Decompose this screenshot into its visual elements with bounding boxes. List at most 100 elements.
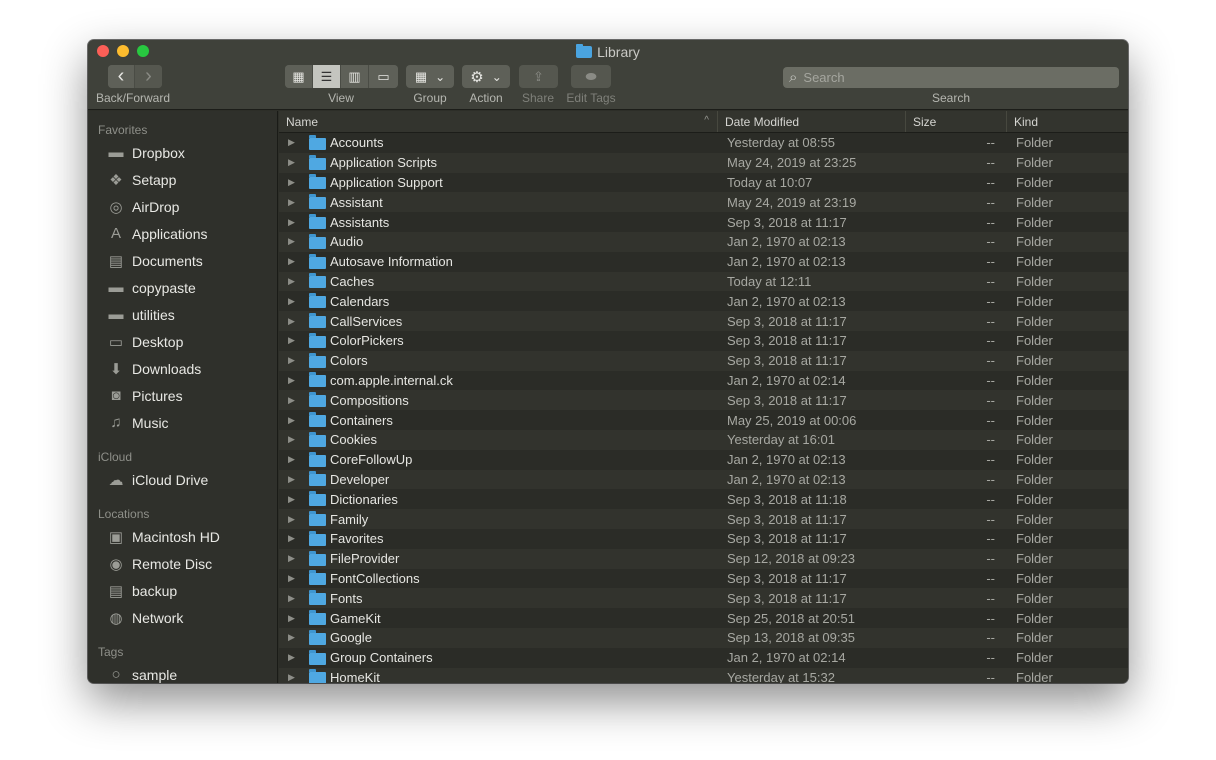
table-row[interactable]: ▶ Colors Sep 3, 2018 at 11:17 -- Folder <box>279 350 1128 371</box>
size-cell: -- <box>986 234 995 250</box>
disclosure-triangle-icon[interactable]: ▶ <box>288 415 309 426</box>
sidebar-item-remote-disc[interactable]: ◉ Remote Disc <box>88 550 277 577</box>
disclosure-triangle-icon[interactable]: ▶ <box>288 593 309 604</box>
disclosure-triangle-icon[interactable]: ▶ <box>288 335 309 346</box>
table-row[interactable]: ▶ Family Sep 3, 2018 at 11:17 -- Folder <box>279 509 1128 529</box>
disclosure-triangle-icon[interactable]: ▶ <box>288 494 309 505</box>
table-row[interactable]: ▶ Accounts Yesterday at 08:55 -- Folder <box>279 133 1128 153</box>
edit-tags-group: ⬬ <box>571 65 611 88</box>
table-row[interactable]: ▶ Google Sep 13, 2018 at 09:35 -- Folder <box>279 627 1128 648</box>
view-label: View <box>328 91 354 105</box>
sidebar-item-music[interactable]: ♫ Music <box>88 409 277 436</box>
table-row[interactable]: ▶ CallServices Sep 3, 2018 at 11:17 -- Folde… <box>279 311 1128 331</box>
table-row[interactable]: ▶ Favorites Sep 3, 2018 at 11:17 -- Folder <box>279 529 1128 549</box>
size-cell: -- <box>986 669 995 683</box>
sidebar-item-setapp[interactable]: ❖ Setapp <box>88 166 277 193</box>
sidebar-item-macintosh-hd[interactable]: ▣ Macintosh HD <box>88 523 277 550</box>
table-row[interactable]: ▶ Developer Jan 2, 1970 at 02:13 -- Folder <box>279 469 1128 490</box>
table-row[interactable]: ▶ ColorPickers Sep 3, 2018 at 11:17 -- Folde… <box>279 331 1128 351</box>
sidebar-item-sample[interactable]: ○ sample <box>88 661 277 683</box>
forward-button[interactable]: › <box>135 65 162 88</box>
column-header-name[interactable]: Name ^ <box>279 111 718 132</box>
sidebar-item-pictures[interactable]: ◙ Pictures <box>88 382 277 409</box>
disclosure-triangle-icon[interactable]: ▶ <box>288 454 309 465</box>
disclosure-triangle-icon[interactable]: ▶ <box>288 553 309 564</box>
table-row[interactable]: ▶ Cookies Yesterday at 16:01 -- Folder <box>279 429 1128 450</box>
table-row[interactable]: ▶ Audio Jan 2, 1970 at 02:13 -- Folder <box>279 231 1128 252</box>
disclosure-triangle-icon[interactable]: ▶ <box>288 672 309 683</box>
search-field[interactable]: ⌕ <box>783 67 1119 88</box>
table-row[interactable]: ▶ CoreFollowUp Jan 2, 1970 at 02:13 -- Folde… <box>279 450 1128 470</box>
disclosure-triangle-icon[interactable]: ▶ <box>288 217 309 228</box>
sidebar-item-backup[interactable]: ▤ backup <box>88 577 277 604</box>
disclosure-triangle-icon[interactable]: ▶ <box>288 395 309 406</box>
share-button[interactable]: ⇪ <box>519 65 558 88</box>
disclosure-triangle-icon[interactable]: ▶ <box>288 197 309 208</box>
table-row[interactable]: ▶ Autosave Information Jan 2, 1970 at 02:1… <box>279 252 1128 272</box>
disclosure-triangle-icon[interactable]: ▶ <box>288 652 309 663</box>
group-button[interactable]: ▦ ⌄ <box>406 65 454 88</box>
disclosure-triangle-icon[interactable]: ▶ <box>288 157 309 168</box>
disclosure-triangle-icon[interactable]: ▶ <box>288 316 309 327</box>
sidebar-item-desktop[interactable]: ▭ Desktop <box>88 328 277 355</box>
disclosure-triangle-icon[interactable]: ▶ <box>288 434 309 445</box>
table-row[interactable]: ▶ Compositions Sep 3, 2018 at 11:17 -- Folde… <box>279 390 1128 411</box>
action-button[interactable]: ⚙ ⌄ <box>462 65 510 88</box>
disclosure-triangle-icon[interactable]: ▶ <box>288 533 309 544</box>
table-row[interactable]: ▶ Dictionaries Sep 3, 2018 at 11:18 -- Folde… <box>279 489 1128 509</box>
disclosure-triangle-icon[interactable]: ▶ <box>288 514 309 525</box>
column-header-date-modified[interactable]: Date Modified <box>718 111 906 132</box>
gallery-view-button[interactable]: ▭ <box>369 65 398 88</box>
sidebar-item-utilities[interactable]: ▬ utilities <box>88 301 277 328</box>
back-button[interactable]: ‹ <box>108 65 135 88</box>
sidebar-item-network[interactable]: ◍ Network <box>88 604 277 631</box>
sidebar-item-copypaste[interactable]: ▬ copypaste <box>88 274 277 301</box>
table-row[interactable]: ▶ Calendars Jan 2, 1970 at 02:13 -- Folder <box>279 291 1128 311</box>
disclosure-triangle-icon[interactable]: ▶ <box>288 375 309 386</box>
column-header-size[interactable]: Size <box>906 111 1007 132</box>
disclosure-triangle-icon[interactable]: ▶ <box>288 177 309 188</box>
table-row[interactable]: ▶ Application Support Today at 10:07 -- Fold… <box>279 173 1128 193</box>
table-row[interactable]: ▶ FileProvider Sep 12, 2018 at 09:23 -- Fold… <box>279 548 1128 569</box>
search-input[interactable] <box>797 70 1119 85</box>
disclosure-triangle-icon[interactable]: ▶ <box>288 632 309 643</box>
disclosure-triangle-icon[interactable]: ▶ <box>288 296 309 307</box>
table-row[interactable]: ▶ HomeKit Yesterday at 15:32 -- Folder <box>279 667 1128 683</box>
table-row[interactable]: ▶ Assistant May 24, 2019 at 23:19 -- Folder <box>279 192 1128 213</box>
kind-cell: Folder <box>1016 254 1053 270</box>
folder-icon <box>309 372 326 388</box>
column-view-button[interactable]: ▥ <box>341 65 369 88</box>
sidebar-item-dropbox[interactable]: ▬ Dropbox <box>88 139 277 166</box>
disclosure-triangle-icon[interactable]: ▶ <box>288 276 309 287</box>
disclosure-triangle-icon[interactable]: ▶ <box>288 256 309 267</box>
window-title-text: Library <box>597 44 640 60</box>
table-row[interactable]: ▶ GameKit Sep 25, 2018 at 20:51 -- Folder <box>279 608 1128 628</box>
table-row[interactable]: ▶ Assistants Sep 3, 2018 at 11:17 -- Folder <box>279 212 1128 232</box>
sidebar-item-applications[interactable]: A Applications <box>88 220 277 247</box>
disclosure-triangle-icon[interactable]: ▶ <box>288 573 309 584</box>
gear-icon: ⚙ <box>470 68 484 86</box>
column-header-kind[interactable]: Kind <box>1007 111 1128 132</box>
size-cell: -- <box>986 412 995 428</box>
disclosure-triangle-icon[interactable]: ▶ <box>288 137 309 148</box>
disclosure-triangle-icon[interactable]: ▶ <box>288 355 309 366</box>
edit-tags-button[interactable]: ⬬ <box>571 65 611 88</box>
table-row[interactable]: ▶ com.apple.internal.ck Jan 2, 1970 at 02:… <box>279 371 1128 391</box>
disclosure-triangle-icon[interactable]: ▶ <box>288 474 309 485</box>
table-row[interactable]: ▶ Fonts Sep 3, 2018 at 11:17 -- Folder <box>279 588 1128 609</box>
table-row[interactable]: ▶ Caches Today at 12:11 -- Folder <box>279 271 1128 292</box>
sidebar-item-airdrop[interactable]: ◎ AirDrop <box>88 193 277 220</box>
icon-view-button[interactable]: ▦ <box>285 65 313 88</box>
disclosure-triangle-icon[interactable]: ▶ <box>288 613 309 624</box>
sidebar-item-icloud-drive[interactable]: ☁ iCloud Drive <box>88 466 277 493</box>
sidebar-item-label: Dropbox <box>132 144 185 161</box>
sidebar-item-downloads[interactable]: ⬇ Downloads <box>88 355 277 382</box>
sidebar-item-documents[interactable]: ▤ Documents <box>88 247 277 274</box>
size-cell: -- <box>986 471 995 487</box>
list-view-button[interactable]: ☰ <box>313 65 341 88</box>
disclosure-triangle-icon[interactable]: ▶ <box>288 236 309 247</box>
table-row[interactable]: ▶ Application Scripts May 24, 2019 at 23:2… <box>279 152 1128 173</box>
table-row[interactable]: ▶ FontCollections Sep 3, 2018 at 11:17 -- Fo… <box>279 569 1128 589</box>
table-row[interactable]: ▶ Group Containers Jan 2, 1970 at 02:14 -- F… <box>279 648 1128 668</box>
table-row[interactable]: ▶ Containers May 25, 2019 at 00:06 -- Folder <box>279 410 1128 430</box>
